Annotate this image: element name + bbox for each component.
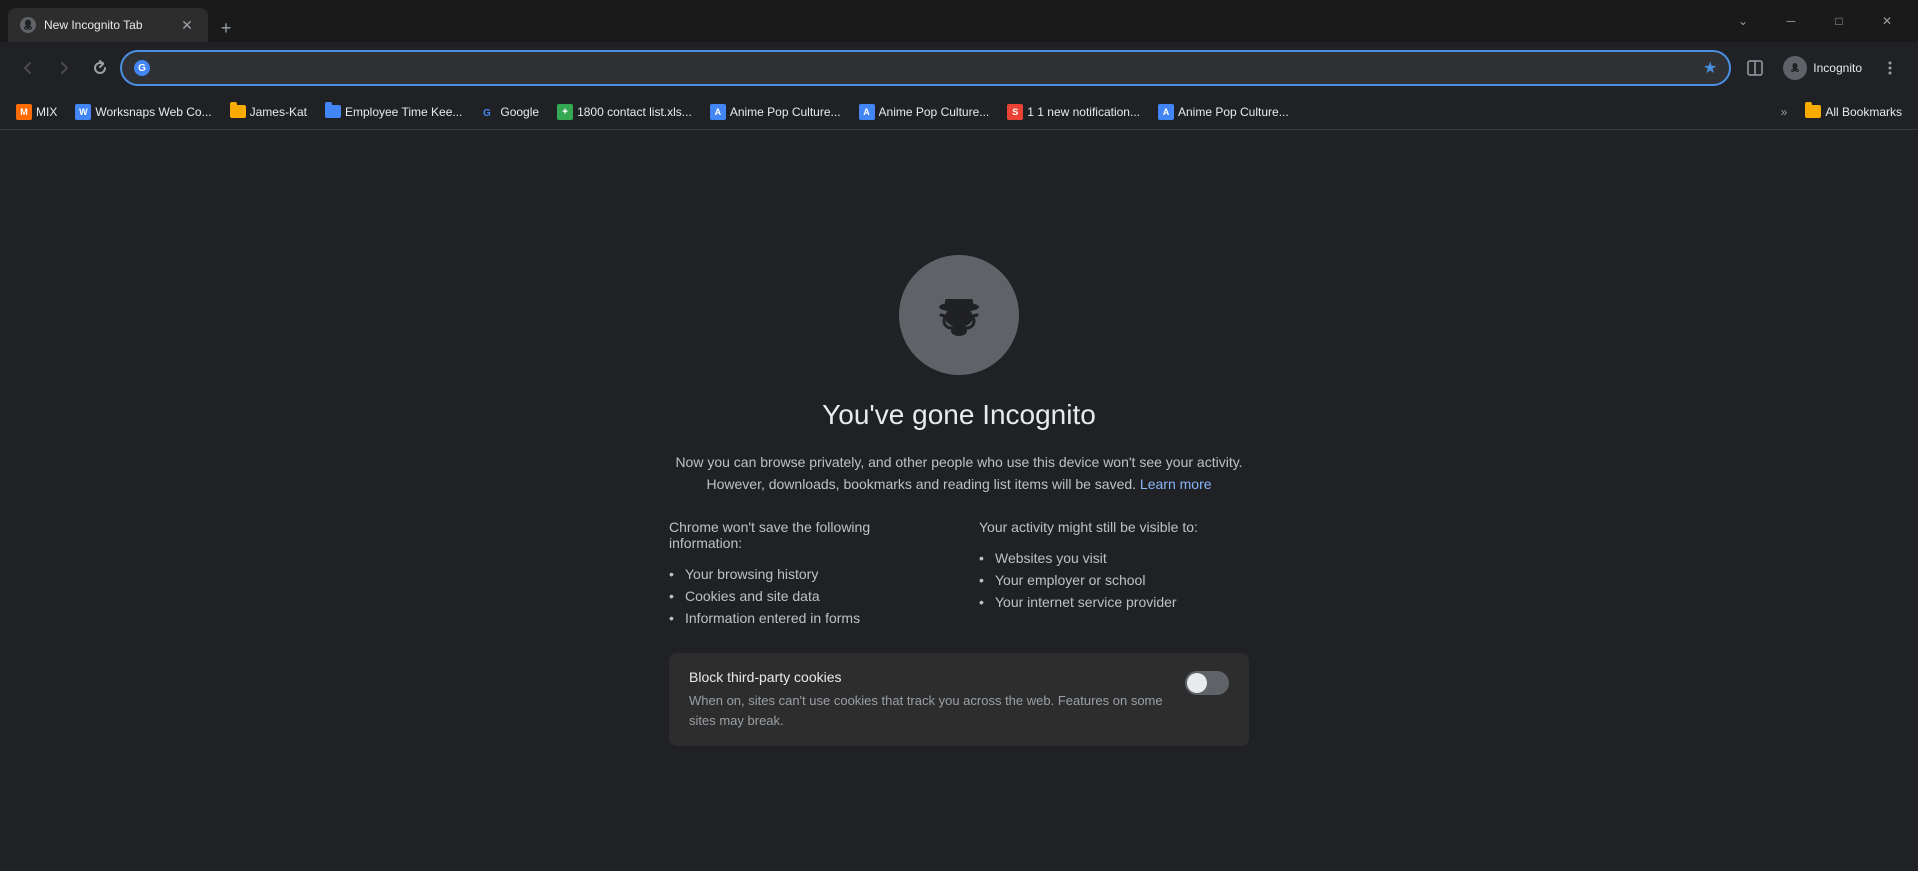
cookie-block-text: Block third-party cookies When on, sites…	[689, 669, 1169, 730]
bookmark-anime-pop-3-label: Anime Pop Culture...	[1178, 105, 1289, 119]
bookmark-james-kat[interactable]: James-Kat	[222, 101, 315, 123]
bookmark-worksnaps-favicon: W	[75, 104, 91, 120]
incognito-title: You've gone Incognito	[822, 399, 1096, 431]
profile-icon	[1783, 56, 1807, 80]
bookmark-employee-time[interactable]: Employee Time Kee...	[317, 101, 470, 123]
back-button[interactable]	[12, 52, 44, 84]
learn-more-link[interactable]: Learn more	[1140, 476, 1212, 492]
incognito-icon	[923, 279, 995, 351]
maximize-button[interactable]: □	[1816, 5, 1862, 37]
incognito-info-lists: Chrome won't save the following informat…	[669, 519, 1249, 629]
navigation-bar: G ★ Incognito	[0, 42, 1918, 94]
all-bookmarks-button[interactable]: All Bookmarks	[1797, 101, 1910, 123]
activity-visible-list: Websites you visit Your employer or scho…	[979, 547, 1249, 613]
bookmark-mix-label: MIX	[36, 105, 57, 119]
bookmark-star-icon[interactable]: ★	[1703, 58, 1717, 78]
all-bookmarks-folder-icon	[1805, 105, 1821, 118]
activity-visible-heading: Your activity might still be visible to:	[979, 519, 1249, 535]
bookmark-anime-pop-1-favicon: A	[710, 104, 726, 120]
bookmark-google-label: Google	[500, 105, 539, 119]
all-bookmarks-label: All Bookmarks	[1825, 105, 1902, 119]
bookmark-1800-contact[interactable]: ✦ 1800 contact list.xls...	[549, 100, 700, 124]
incognito-desc-line2: However, downloads, bookmarks and readin…	[706, 476, 1136, 492]
bookmark-anime-pop-1[interactable]: A Anime Pop Culture...	[702, 100, 849, 124]
tab-area: New Incognito Tab ✕ +	[8, 0, 1720, 42]
svg-text:G: G	[483, 108, 491, 119]
list-item-browsing-history: Your browsing history	[669, 563, 939, 585]
toggle-track[interactable]	[1185, 671, 1229, 695]
profile-button[interactable]: Incognito	[1775, 52, 1870, 84]
bookmark-worksnaps[interactable]: W Worksnaps Web Co...	[67, 100, 219, 124]
list-item-websites: Websites you visit	[979, 547, 1249, 569]
bookmark-anime-pop-2[interactable]: A Anime Pop Culture...	[851, 100, 998, 124]
tab-close-button[interactable]: ✕	[178, 16, 196, 34]
close-button[interactable]: ✕	[1864, 5, 1910, 37]
bookmark-google-favicon: G	[480, 104, 496, 120]
reload-button[interactable]	[84, 52, 116, 84]
cookie-block-title: Block third-party cookies	[689, 669, 1169, 685]
incognito-description: Now you can browse privately, and other …	[675, 451, 1242, 496]
window-controls: ⌄ ─ □ ✕	[1720, 0, 1910, 42]
incognito-desc-line1: Now you can browse privately, and other …	[675, 454, 1242, 470]
bookmark-mix-favicon: M	[16, 104, 32, 120]
bookmark-anime-pop-3[interactable]: A Anime Pop Culture...	[1150, 100, 1297, 124]
list-item-forms: Information entered in forms	[669, 607, 939, 629]
address-bar[interactable]: G ★	[120, 50, 1731, 86]
incognito-icon-circle	[899, 255, 1019, 375]
bookmark-employee-time-label: Employee Time Kee...	[345, 105, 462, 119]
forward-button[interactable]	[48, 52, 80, 84]
bookmark-notif-label: 1 1 new notification...	[1027, 105, 1140, 119]
bookmark-anime-pop-1-label: Anime Pop Culture...	[730, 105, 841, 119]
bookmark-notif[interactable]: S 1 1 new notification...	[999, 100, 1148, 124]
cookie-block-box: Block third-party cookies When on, sites…	[669, 653, 1249, 746]
cookie-block-toggle[interactable]	[1185, 671, 1229, 695]
chrome-wont-save-list: Your browsing history Cookies and site d…	[669, 563, 939, 629]
bookmark-james-kat-favicon	[230, 105, 246, 118]
bookmark-1800-contact-favicon: ✦	[557, 104, 573, 120]
profile-name: Incognito	[1813, 61, 1862, 75]
list-item-cookies: Cookies and site data	[669, 585, 939, 607]
split-view-button[interactable]	[1739, 52, 1771, 84]
dropdown-button[interactable]: ⌄	[1720, 5, 1766, 37]
toolbar-icons: Incognito	[1739, 52, 1906, 84]
bookmark-anime-pop-2-favicon: A	[859, 104, 875, 120]
bookmark-1800-contact-label: 1800 contact list.xls...	[577, 105, 692, 119]
bookmark-employee-time-favicon	[325, 105, 341, 118]
address-input[interactable]	[158, 60, 1695, 76]
bookmarks-bar: M MIX W Worksnaps Web Co... James-Kat Em…	[0, 94, 1918, 130]
cookie-block-description: When on, sites can't use cookies that tr…	[689, 691, 1169, 730]
list-item-isp: Your internet service provider	[979, 591, 1249, 613]
address-favicon: G	[134, 60, 150, 76]
title-bar: New Incognito Tab ✕ + ⌄ ─ □ ✕	[0, 0, 1918, 42]
bookmark-google[interactable]: G Google	[472, 100, 547, 124]
tab-title: New Incognito Tab	[44, 18, 170, 32]
chrome-wont-save-column: Chrome won't save the following informat…	[669, 519, 939, 629]
bookmark-notif-favicon: S	[1007, 104, 1023, 120]
tab-favicon	[20, 17, 36, 33]
menu-button[interactable]	[1874, 52, 1906, 84]
bookmark-worksnaps-label: Worksnaps Web Co...	[95, 105, 211, 119]
bookmarks-more-button[interactable]: »	[1773, 101, 1796, 123]
activity-visible-column: Your activity might still be visible to:…	[979, 519, 1249, 629]
bookmark-james-kat-label: James-Kat	[250, 105, 307, 119]
bookmark-anime-pop-2-label: Anime Pop Culture...	[879, 105, 990, 119]
list-item-employer: Your employer or school	[979, 569, 1249, 591]
page-content: You've gone Incognito Now you can browse…	[0, 130, 1918, 871]
chrome-wont-save-heading: Chrome won't save the following informat…	[669, 519, 939, 551]
minimize-button[interactable]: ─	[1768, 5, 1814, 37]
bookmark-anime-pop-3-favicon: A	[1158, 104, 1174, 120]
bookmark-mix[interactable]: M MIX	[8, 100, 65, 124]
active-tab[interactable]: New Incognito Tab ✕	[8, 8, 208, 42]
incognito-container: You've gone Incognito Now you can browse…	[649, 235, 1269, 767]
new-tab-button[interactable]: +	[212, 14, 240, 42]
toggle-thumb	[1187, 673, 1207, 693]
